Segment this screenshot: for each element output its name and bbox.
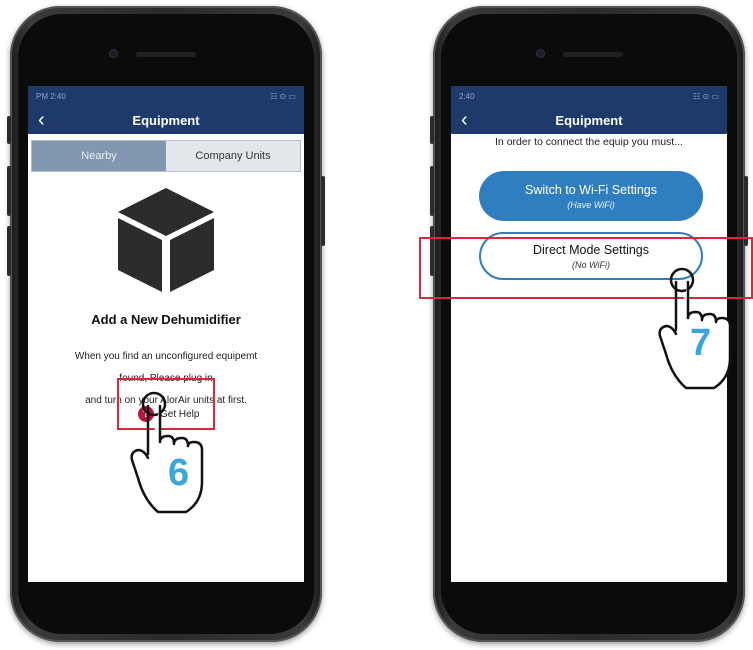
status-icons: ☷ ⊙ ▭: [270, 91, 296, 101]
tab-company-units[interactable]: Company Units: [166, 141, 300, 171]
front-camera: [537, 50, 544, 57]
phone-left: PM 2:40 ☷ ⊙ ▭ ‹ Equipment Nearby Company…: [7, 6, 325, 642]
nav-bar: ‹ Equipment: [28, 106, 304, 134]
back-icon[interactable]: ‹: [461, 109, 468, 131]
earpiece-speaker: [563, 52, 623, 57]
tab-nearby[interactable]: Nearby: [32, 141, 166, 171]
status-bar: 2:40 ☷ ⊙ ▭: [451, 86, 727, 106]
volume-up-button: [430, 166, 434, 216]
power-button: [744, 176, 748, 246]
back-icon[interactable]: ‹: [38, 109, 45, 131]
connect-intro-text: In order to connect the equip you must..…: [495, 136, 683, 148]
box-icon: [118, 188, 214, 292]
instruction-line: When you find an unconfigured equipemt: [74, 351, 258, 362]
tab-bar: Nearby Company Units: [31, 140, 301, 172]
mute-switch: [7, 116, 11, 144]
volume-up-button: [7, 166, 11, 216]
mute-switch: [430, 116, 434, 144]
wifi-button-label: Switch to Wi-Fi Settings: [525, 182, 657, 197]
power-button: [321, 176, 325, 246]
status-time: 2:40: [459, 91, 475, 101]
volume-down-button: [7, 226, 11, 276]
nav-title: Equipment: [132, 112, 200, 128]
nav-bar: ‹ Equipment: [451, 106, 727, 134]
add-dehumidifier-heading: Add a New Dehumidifier: [91, 312, 241, 327]
earpiece-speaker: [136, 52, 196, 57]
status-icons: ☷ ⊙ ▭: [693, 91, 719, 101]
status-time: PM 2:40: [36, 91, 66, 101]
switch-to-wifi-settings-button[interactable]: Switch to Wi-Fi Settings (Have WiFi): [479, 171, 703, 221]
nav-title: Equipment: [555, 112, 623, 128]
step-number-6: 6: [168, 452, 190, 494]
wifi-button-sublabel: (Have WiFi): [567, 199, 615, 210]
status-bar: PM 2:40 ☷ ⊙ ▭: [28, 86, 304, 106]
front-camera: [110, 50, 117, 57]
step-number-7: 7: [690, 322, 712, 364]
